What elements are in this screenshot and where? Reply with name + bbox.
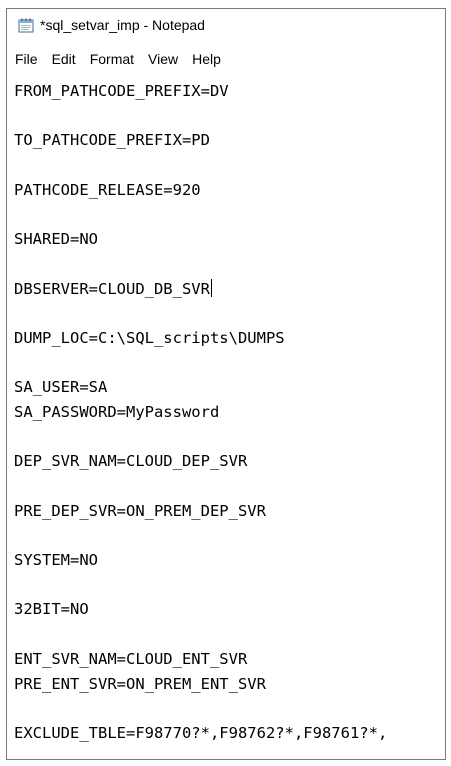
editor-line: DEP_SVR_NAM=CLOUD_DEP_SVR bbox=[14, 452, 248, 471]
editor-line: PRE_DEP_SVR=ON_PREM_DEP_SVR bbox=[14, 501, 266, 520]
notepad-window: *sql_setvar_imp - Notepad File Edit Form… bbox=[6, 8, 446, 760]
text-caret bbox=[210, 278, 212, 297]
editor-line: PRE_ENT_SVR=ON_PREM_ENT_SVR bbox=[14, 674, 266, 693]
title-bar[interactable]: *sql_setvar_imp - Notepad bbox=[7, 9, 445, 41]
notepad-icon bbox=[18, 18, 34, 33]
menu-edit[interactable]: Edit bbox=[45, 49, 83, 71]
editor-line: 32BIT=NO bbox=[14, 600, 89, 619]
menu-view[interactable]: View bbox=[141, 49, 185, 71]
editor-line: SYSTEM=NO bbox=[14, 551, 98, 570]
menu-file[interactable]: File bbox=[7, 49, 45, 71]
editor-line: DUMP_LOC=C:\SQL_scripts\DUMPS bbox=[14, 328, 285, 347]
editor-line: SA_PASSWORD=MyPassword bbox=[14, 402, 220, 421]
editor-line: SHARED=NO bbox=[14, 230, 98, 249]
window-title: *sql_setvar_imp - Notepad bbox=[40, 17, 205, 33]
editor-line: FROM_PATHCODE_PREFIX=DV bbox=[14, 82, 229, 100]
editor-line: TO_PATHCODE_PREFIX=PD bbox=[14, 131, 210, 150]
menu-format[interactable]: Format bbox=[83, 49, 141, 71]
menu-bar: File Edit Format View Help bbox=[7, 49, 445, 71]
editor-line: SA_USER=SA bbox=[14, 378, 108, 397]
menu-help[interactable]: Help bbox=[185, 49, 228, 71]
text-editor[interactable]: FROM_PATHCODE_PREFIX=DV TO_PATHCODE_PREFI… bbox=[14, 79, 444, 757]
editor-line: ENT_SVR_NAM=CLOUD_ENT_SVR bbox=[14, 649, 248, 668]
editor-line: PATHCODE_RELEASE=920 bbox=[14, 180, 201, 199]
editor-line: EXCLUDE_TBLE=F98770?*,F98762?*,F98761?*, bbox=[14, 723, 388, 742]
editor-line: DBSERVER=CLOUD_DB_SVR bbox=[14, 278, 212, 298]
